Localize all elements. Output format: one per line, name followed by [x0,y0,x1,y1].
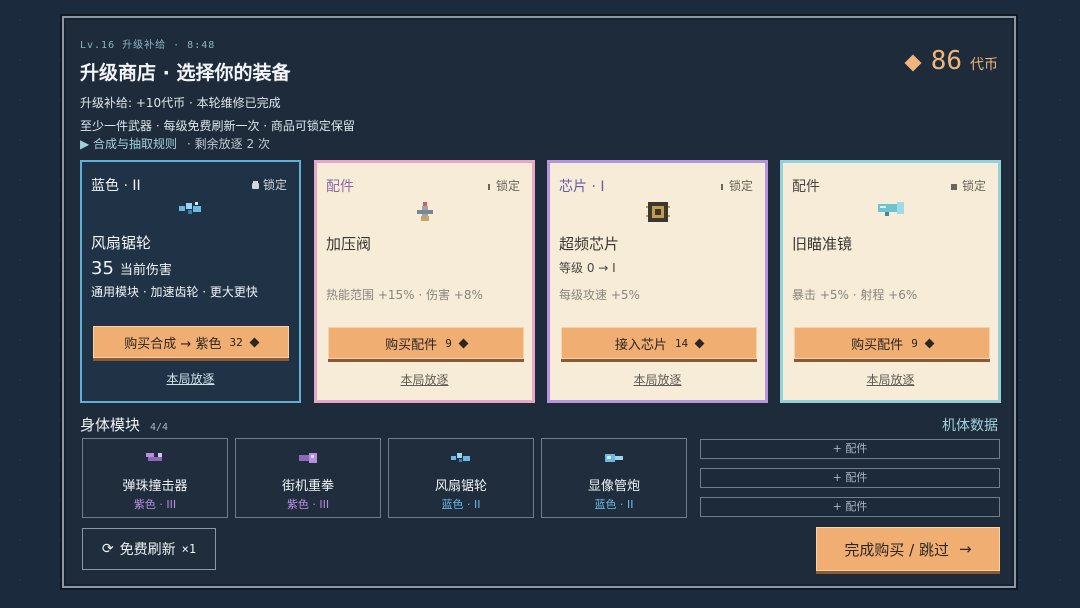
add-accessory-slot-3[interactable]: + 配件 [700,497,1000,517]
finish-skip-button[interactable]: 完成购买 / 跳过 → [816,527,1000,571]
coin-diamond-icon [904,54,922,72]
module-name: 弹珠撞击器 [122,479,188,494]
shop-card-fan-saw[interactable]: 蓝色 · II 锁定 风扇锯轮 35 当前伤害 通用模块 · 加速齿轮 · 更大… [80,160,301,403]
price: 14 [674,336,689,350]
card-name: 超频芯片 [559,235,620,253]
buy-label: 接入芯片 [614,337,667,353]
card-desc: 每级攻速 +5% [559,288,640,302]
module-rarity: 紫色 · III [133,498,177,511]
lock-icon [487,184,490,190]
buy-accessory-button[interactable]: 购买配件 9 [328,327,524,359]
card-type: 蓝色 · II [91,178,141,194]
module-name: 显像管炮 [587,479,640,494]
price-diamond-icon [458,338,469,348]
price: 9 [445,336,452,350]
pressure-valve-icon [416,202,433,221]
add-accessory-slot-1[interactable]: + 配件 [700,439,1000,459]
chip-icon [645,202,670,222]
module-slot-arcade-punch[interactable]: 街机重拳 紫色 · III [235,438,381,518]
page-title: 升级商店 · 选择你的装备 [80,62,291,84]
module-rarity: 蓝色 · II [594,498,634,511]
card-name: 加压阀 [326,235,372,253]
shop-rules-info: 至少一件武器 · 每级免费刷新一次 · 商品可锁定保留 [80,119,355,133]
shop-card-old-scope[interactable]: 配件 锁定 旧瞄准镜 暴击 +5% · 射程 +6% 购买配件 9 本局放逐 [780,160,1001,403]
card-desc: 通用模块 · 加速齿轮 · 更大更快 [91,285,258,299]
module-rarity: 蓝色 · II [441,498,481,511]
card-type: 配件 [792,179,820,195]
card-stat: 等级 0 → I [559,261,616,275]
arcade-punch-icon [299,453,317,463]
price: 9 [911,336,918,350]
shop-card-pressure-valve[interactable]: 配件 锁定 加压阀 热能范围 +15% · 伤害 +8% 购买配件 9 本局放逐 [314,160,535,403]
module-slot-pinball-striker[interactable]: 弹珠撞击器 紫色 · III [82,438,228,518]
finish-label: 完成购买 / 跳过 [844,540,949,559]
price: 32 [229,335,243,349]
crt-cannon-icon [605,454,623,462]
module-name: 风扇锯轮 [434,479,487,494]
mech-stats-link[interactable]: 机体数据 [942,415,998,435]
buy-label: 购买合成 → 紫色 [124,336,222,352]
scope-icon [877,202,904,216]
lock-icon [950,184,957,190]
module-slot-fan-saw[interactable]: 风扇锯轮 蓝色 · II [388,438,534,518]
banish-link[interactable]: 本局放逐 [82,370,299,387]
lock-icon [720,184,723,190]
fan-saw-icon [178,202,201,214]
card-type: 芯片 · I [559,179,605,195]
lock-icon [251,183,259,189]
card-desc: 暴击 +5% · 射程 +6% [792,288,918,302]
price-diamond-icon [924,338,935,348]
banish-link[interactable]: 本局放逐 [317,371,532,388]
stat-value: 35 [91,258,114,279]
buy-merge-button[interactable]: 购买合成 → 紫色 32 [93,326,289,358]
coin-value: 86 [930,46,962,76]
fan-saw-icon [451,453,470,462]
module-rarity: 紫色 · III [286,498,330,511]
level-subtitle: Lv.16 升级补给 · 8:48 [80,40,216,51]
lock-toggle[interactable]: 锁定 [950,177,986,194]
install-chip-button[interactable]: 接入芯片 14 [561,327,757,359]
price-diamond-icon [694,338,705,348]
card-stat: 35 当前伤害 [91,258,172,279]
coin-label: 代币 [970,57,998,73]
lock-label: 锁定 [961,179,986,193]
arrow-right-icon: → [959,540,972,558]
free-refresh-button[interactable]: ⟳ 免费刷新 ×1 [82,528,216,570]
rules-link[interactable]: ▶ 合成与抽取规则 [80,135,177,152]
add-accessory-slot-2[interactable]: + 配件 [700,468,1000,488]
banish-link[interactable]: 本局放逐 [550,371,765,388]
modules-title: 身体模块 [80,416,141,434]
lock-toggle[interactable]: 锁定 [720,177,753,194]
shop-card-overclock-chip[interactable]: 芯片 · I 锁定 超频芯片 等级 0 → I 每级攻速 +5% 接入芯片 14… [547,160,768,403]
buy-label: 购买配件 [851,337,904,353]
supply-info: 升级补给: +10代币 · 本轮维修已完成 [80,96,281,110]
banish-remaining: · 剩余放逐 2 次 [187,137,270,151]
coin-counter: 86 代币 [904,46,998,76]
lock-toggle[interactable]: 锁定 [487,177,520,194]
rules-row: ▶ 合成与抽取规则 · 剩余放逐 2 次 [80,135,270,152]
modules-header: 身体模块 4/4 [80,414,168,435]
refresh-icon: ⟳ [101,541,114,557]
module-name: 街机重拳 [281,479,334,494]
module-slot-crt-cannon[interactable]: 显像管炮 蓝色 · II [541,438,687,518]
refresh-label: 免费刷新 [119,542,176,558]
price-diamond-icon [249,337,260,347]
stat-label: 当前伤害 [119,263,172,278]
pinball-striker-icon [146,453,162,461]
refresh-count: ×1 [181,542,197,556]
card-type: 配件 [326,179,354,195]
lock-label: 锁定 [495,179,520,193]
card-desc: 热能范围 +15% · 伤害 +8% [326,288,483,302]
modules-count: 4/4 [150,422,169,433]
card-name: 风扇锯轮 [91,234,152,252]
shop-panel: Lv.16 升级补给 · 8:48 升级商店 · 选择你的装备 86 代币 升级… [62,16,1016,588]
lock-label: 锁定 [262,178,287,192]
lock-label: 锁定 [728,179,753,193]
card-name: 旧瞄准镜 [792,235,853,253]
buy-accessory-button[interactable]: 购买配件 9 [794,327,990,359]
banish-link[interactable]: 本局放逐 [783,371,998,388]
lock-toggle[interactable]: 锁定 [251,176,287,193]
buy-label: 购买配件 [385,337,438,353]
